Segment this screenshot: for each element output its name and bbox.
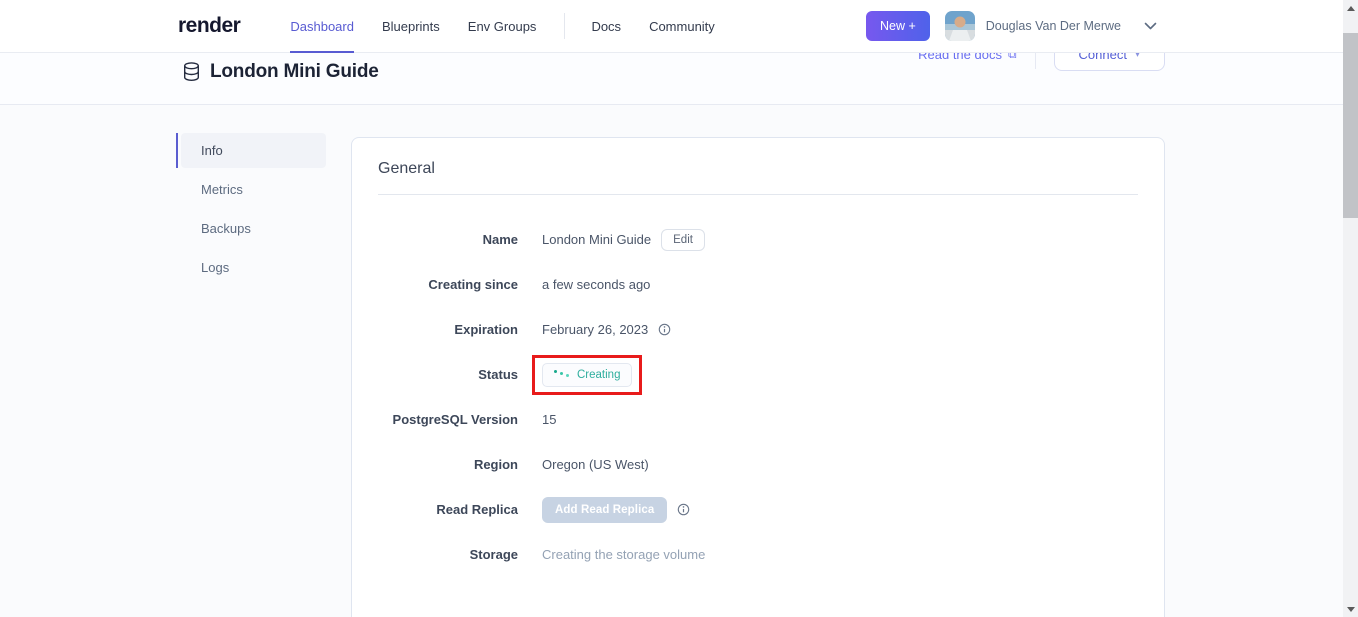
nav-divider [564,13,565,39]
scrollbar-down-arrow-icon[interactable] [1343,601,1358,617]
sidebar-item-info[interactable]: Info [181,133,326,168]
field-label: Region [378,457,518,472]
status-label: Creating [577,369,620,381]
title-cluster: London Mini Guide [183,61,379,83]
field-row-expiration: Expiration February 26, 2023 [378,307,1138,352]
status-badge: Creating [542,363,632,387]
nav-link-env-groups[interactable]: Env Groups [468,0,537,53]
scrollbar[interactable] [1343,0,1358,617]
nav-link-docs[interactable]: Docs [591,0,621,53]
sidebar-item-backups[interactable]: Backups [181,211,326,246]
avatar-photo [945,11,975,41]
nav-link-blueprints[interactable]: Blueprints [382,0,440,53]
field-value: Add Read Replica [542,497,690,523]
field-row-postgresql-version: PostgreSQL Version 15 [378,397,1138,442]
sidebar: Info Metrics Backups Logs [181,133,326,289]
field-label: Name [378,232,518,247]
storage-value: Creating the storage volume [542,547,705,562]
body: Info Metrics Backups Logs General Name L… [0,105,1358,617]
database-icon [183,62,200,82]
field-row-storage: Storage Creating the storage volume [378,532,1138,577]
nav-link-community[interactable]: Community [649,0,715,53]
nav-right: New + Douglas Van Der Merwe [866,11,1157,41]
general-card: General Name London Mini Guide Edit Crea… [351,137,1165,617]
scrollbar-up-arrow-icon[interactable] [1343,0,1358,16]
page: render Dashboard Blueprints Env Groups D… [0,0,1358,617]
title-bar: London Mini Guide Read the docs ⧉ Connec… [0,53,1358,105]
expiration-value: February 26, 2023 [542,322,648,337]
render-logo: render [178,14,240,38]
nav-link-dashboard[interactable]: Dashboard [290,0,354,53]
creating-spinner-dots-icon [554,370,569,380]
info-icon[interactable] [677,503,690,516]
field-row-region: Region Oregon (US West) [378,442,1138,487]
field-row-creating-since: Creating since a few seconds ago [378,262,1138,307]
card-heading: General [378,160,1138,178]
field-value: February 26, 2023 [542,322,671,337]
field-label: Read Replica [378,502,518,517]
nav-links: Dashboard Blueprints Env Groups Docs Com… [290,0,742,53]
postgresql-version-value: 15 [542,412,556,427]
fields: Name London Mini Guide Edit Creating sin… [378,195,1138,577]
field-label: Creating since [378,277,518,292]
avatar[interactable] [945,11,975,41]
page-title: London Mini Guide [210,61,379,83]
field-label: Expiration [378,322,518,337]
field-value: London Mini Guide Edit [542,229,705,251]
info-icon[interactable] [658,323,671,336]
user-name[interactable]: Douglas Van Der Merwe [986,19,1121,33]
creating-since-value: a few seconds ago [542,277,650,292]
field-label: Storage [378,547,518,562]
red-annotation-box: Creating [532,355,642,395]
field-label: Status [378,367,518,382]
name-value: London Mini Guide [542,232,651,247]
sidebar-item-logs[interactable]: Logs [181,250,326,285]
chevron-down-icon[interactable] [1144,22,1157,31]
field-label: PostgreSQL Version [378,412,518,427]
field-row-read-replica: Read Replica Add Read Replica [378,487,1138,532]
new-button[interactable]: New + [866,11,930,41]
field-row-name: Name London Mini Guide Edit [378,217,1138,262]
field-row-status: Status Creating [378,352,1138,397]
scrollbar-thumb[interactable] [1343,33,1358,218]
add-read-replica-button[interactable]: Add Read Replica [542,497,667,523]
sidebar-item-metrics[interactable]: Metrics [181,172,326,207]
top-nav: render Dashboard Blueprints Env Groups D… [0,0,1358,53]
region-value: Oregon (US West) [542,457,649,472]
edit-button[interactable]: Edit [661,229,705,251]
